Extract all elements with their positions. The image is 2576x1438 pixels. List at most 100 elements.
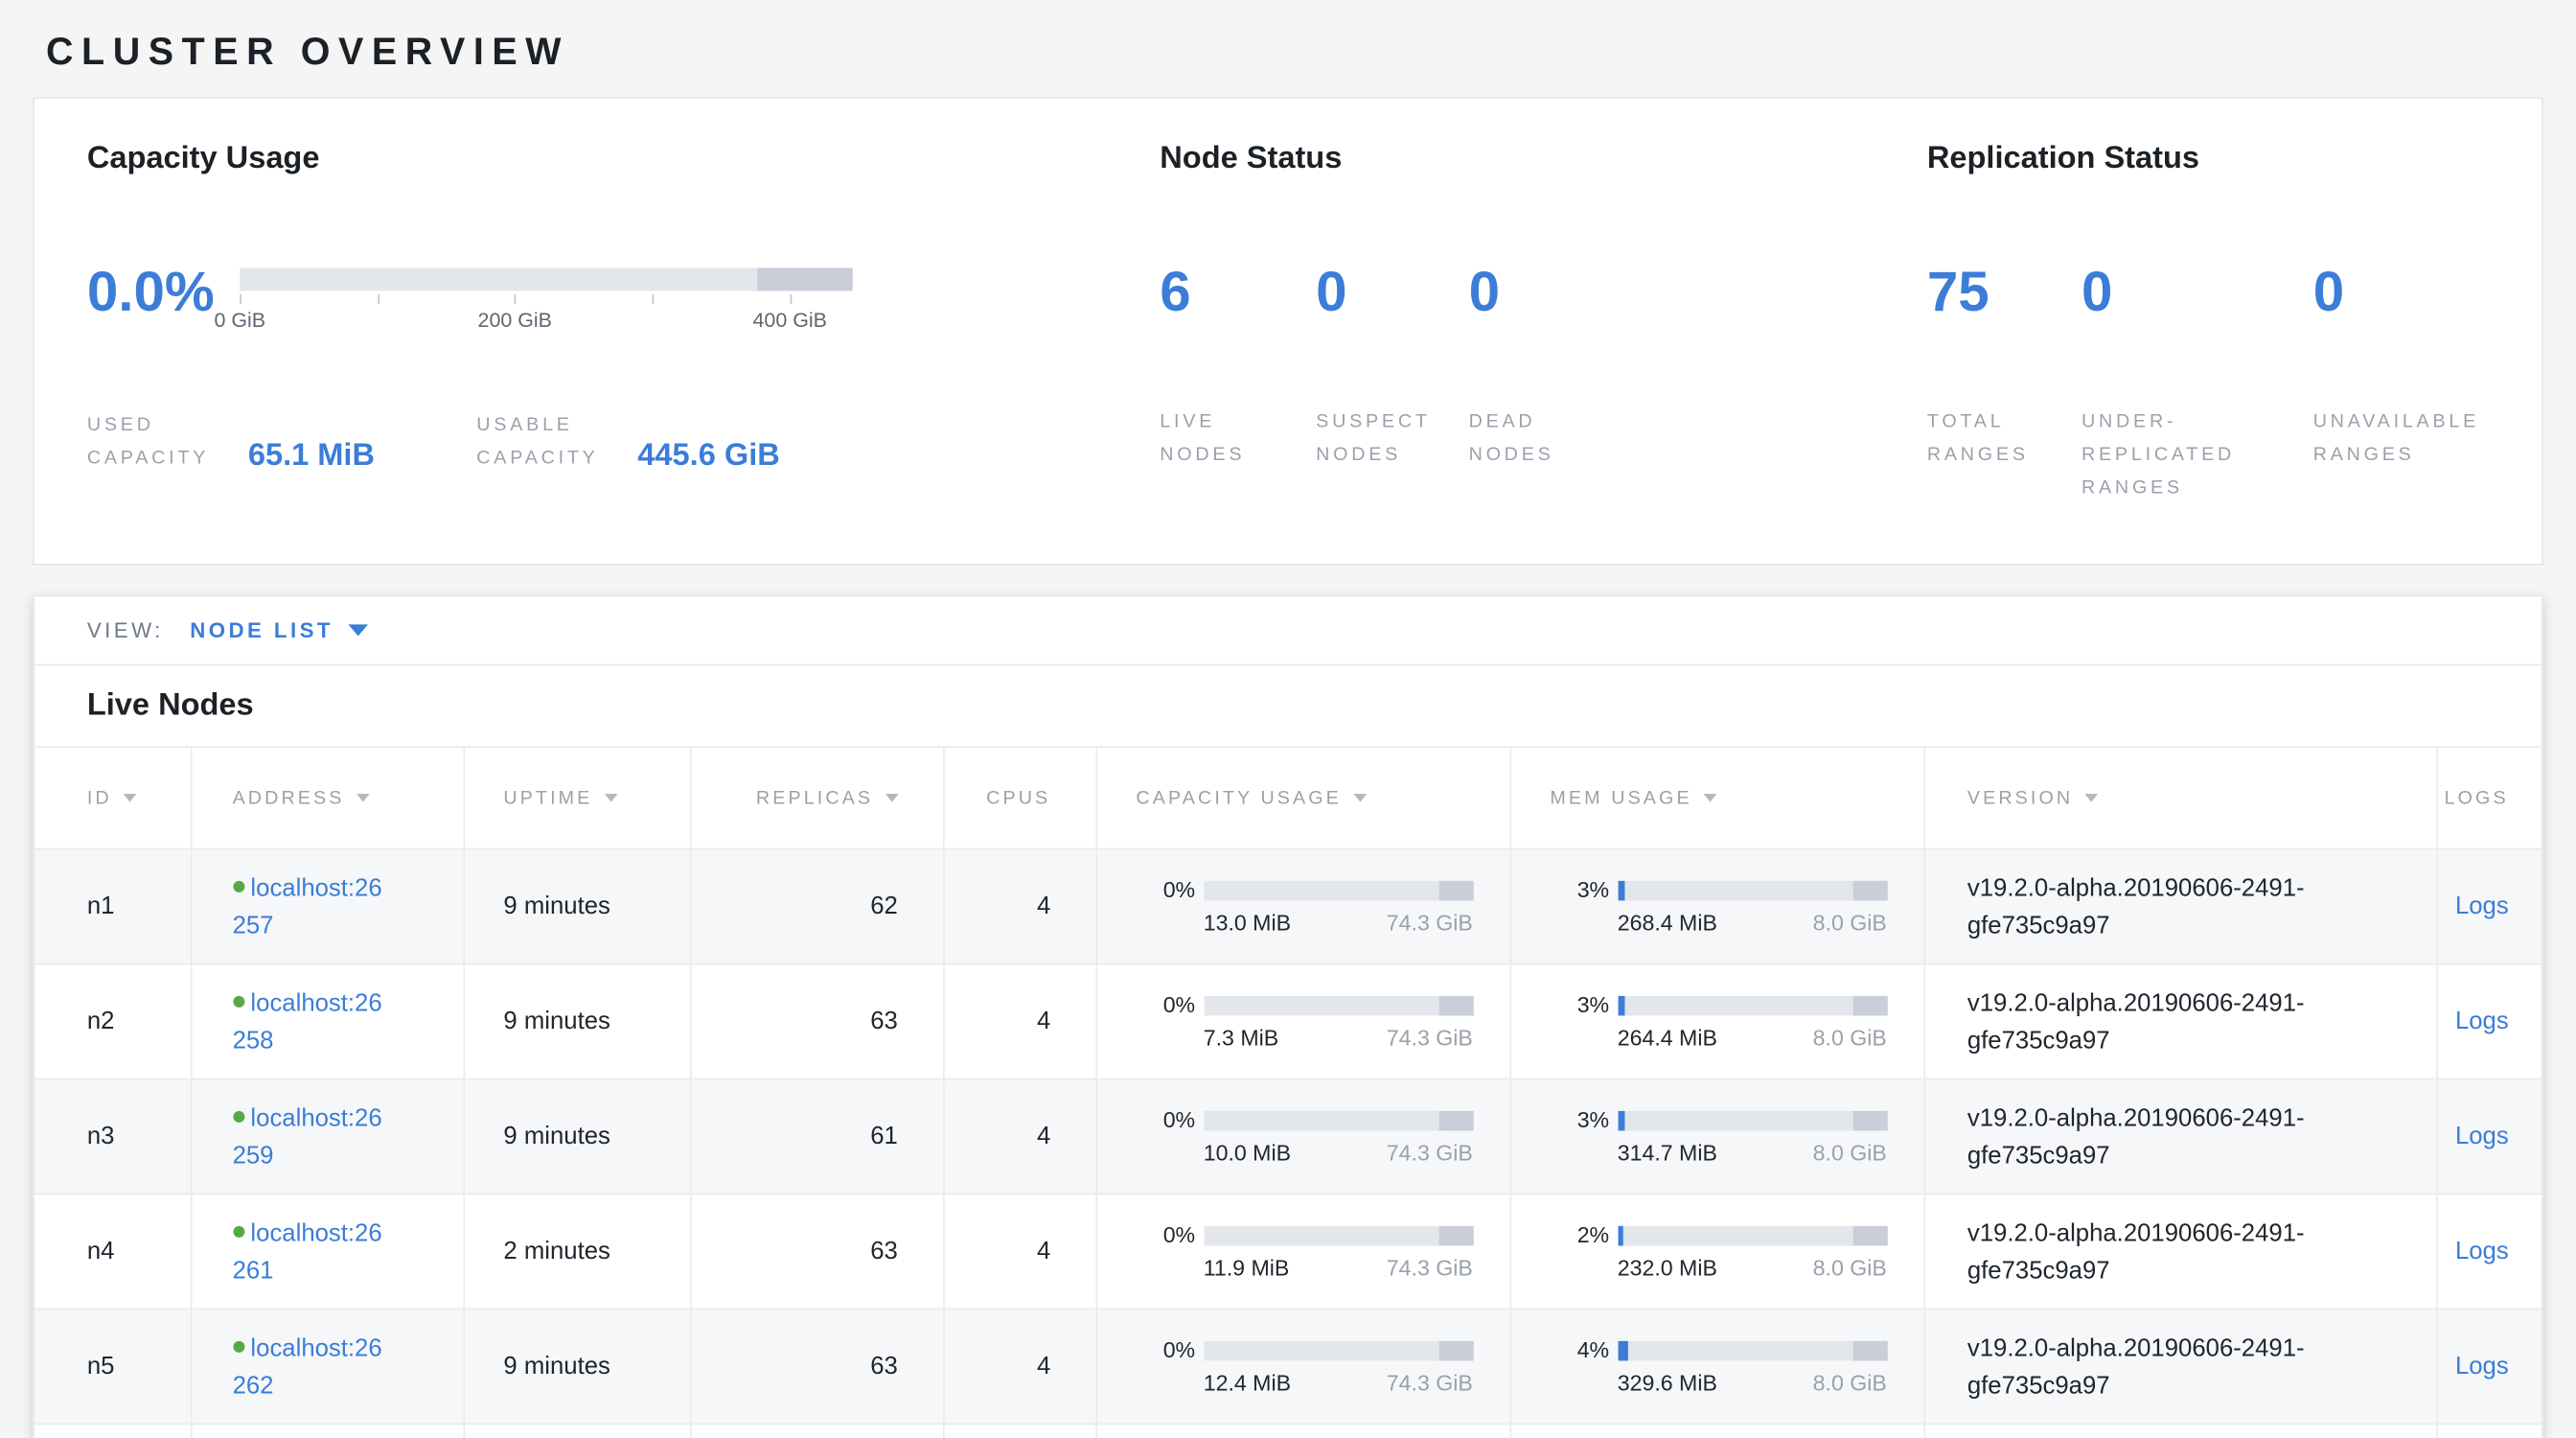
column-header-replicas[interactable]: REPLICAS: [690, 748, 943, 849]
dead-nodes-value: 0: [1469, 260, 1667, 326]
unavailable-ranges-value: 0: [2313, 260, 2527, 326]
live-nodes-label: LIVE NODES: [1160, 406, 1281, 472]
node-memory-cell: 3% 314.7 MiB8.0 GiB: [1509, 1079, 1923, 1194]
node-logs-cell: Logs: [2436, 1310, 2542, 1425]
unavailable-ranges-label: UNAVAILABLE RANGES: [2313, 406, 2500, 472]
memory-percent-label: 3%: [1550, 1108, 1609, 1133]
axis-tick: [653, 294, 655, 304]
memory-used-value: 232.0 MiB: [1618, 1256, 1717, 1281]
live-nodes-stat: 6 LIVE NODES: [1160, 260, 1316, 473]
memory-total-value: 8.0 GiB: [1813, 911, 1887, 936]
node-cpus-cell: 4: [943, 1079, 1095, 1194]
view-label: VIEW:: [87, 618, 164, 643]
memory-percent-label: 3%: [1550, 993, 1609, 1018]
node-row: n5 localhost:26262 9 minutes 63 4 0% 12.…: [34, 1310, 2543, 1425]
node-logs-cell: Logs: [2436, 1194, 2542, 1310]
capacity-usage-bar: [1204, 1341, 1473, 1361]
live-nodes-heading: Live Nodes: [34, 666, 2542, 747]
dead-nodes-stat: 0 DEAD NODES: [1469, 260, 1667, 473]
column-header-id[interactable]: ID: [34, 748, 191, 849]
dead-nodes-label: DEAD NODES: [1469, 406, 1591, 472]
column-header-mem-usage[interactable]: MEM USAGE: [1509, 748, 1923, 849]
column-header-cpus[interactable]: CPUS: [943, 748, 1095, 849]
node-live-dot-icon: [233, 1341, 244, 1353]
memory-percent-label: 4%: [1550, 1338, 1609, 1363]
view-selector-dropdown[interactable]: NODE LIST: [190, 618, 368, 643]
column-header-uptime[interactable]: UPTIME: [463, 748, 690, 849]
logs-link[interactable]: Logs: [2455, 1239, 2509, 1266]
under-replicated-ranges-value: 0: [2082, 260, 2313, 326]
suspect-nodes-label: SUSPECT NODES: [1316, 406, 1438, 472]
usable-capacity-value: 445.6 GiB: [637, 439, 779, 475]
logs-link[interactable]: Logs: [2455, 893, 2509, 921]
capacity-usage-bar: [1204, 1226, 1473, 1246]
logs-link[interactable]: Logs: [2455, 1009, 2509, 1036]
node-logs-cell: Logs: [2436, 964, 2542, 1079]
node-live-dot-icon: [233, 1111, 244, 1123]
node-logs-cell: Logs: [2436, 849, 2542, 964]
under-replicated-ranges-label: UNDER-REPLICATED RANGES: [2082, 406, 2256, 505]
node-replicas-cell: 61: [690, 1079, 943, 1194]
node-capacity-cell: 0% 10.0 MiB74.3 GiB: [1095, 1079, 1509, 1194]
node-live-dot-icon: [233, 996, 244, 1008]
memory-total-value: 8.0 GiB: [1813, 1256, 1887, 1281]
capacity-percent-label: 0%: [1136, 1338, 1195, 1363]
live-nodes-panel: VIEW: NODE LIST Live Nodes ID ADDRESS UP…: [33, 595, 2542, 1438]
sort-caret-icon: [1704, 795, 1717, 803]
mem-usage-bar: [1618, 996, 1887, 1016]
node-row: n3 localhost:26259 9 minutes 61 4 0% 10.…: [34, 1079, 2543, 1194]
node-version-cell: v19.2.0-alpha.20190606-2491-gfe735c9a97: [1923, 1194, 2436, 1310]
node-row: n1 localhost:26257 9 minutes 62 4 0% 13.…: [34, 849, 2543, 964]
node-row-partial: [34, 1425, 2543, 1438]
total-ranges-value: 75: [1927, 260, 2082, 326]
capacity-total-value: 74.3 GiB: [1387, 1371, 1473, 1396]
node-cpus-cell: 4: [943, 964, 1095, 1079]
logs-link[interactable]: Logs: [2455, 1124, 2509, 1151]
node-address-cell: localhost:26262: [191, 1310, 464, 1425]
node-address-link[interactable]: localhost:26259: [233, 1103, 382, 1170]
logs-link[interactable]: Logs: [2455, 1354, 2509, 1381]
suspect-nodes-stat: 0 SUSPECT NODES: [1316, 260, 1468, 473]
live-nodes-table: ID ADDRESS UPTIME REPLICAS CPUS CAPACITY…: [34, 747, 2543, 1438]
axis-tick: [378, 294, 380, 304]
sort-caret-icon: [356, 795, 369, 803]
replication-status-heading: Replication Status: [1927, 141, 2542, 177]
node-address-link[interactable]: localhost:26262: [233, 1334, 382, 1400]
capacity-used-value: 13.0 MiB: [1204, 911, 1291, 936]
axis-tick: [515, 294, 517, 304]
node-address-link[interactable]: localhost:26257: [233, 873, 382, 939]
sort-caret-icon: [2084, 795, 2098, 803]
node-status-section: Node Status 6 LIVE NODES 0 SUSPECT NODES…: [1160, 141, 1927, 505]
node-address-link[interactable]: localhost:26258: [233, 988, 382, 1055]
capacity-usage-bar: [1204, 1111, 1473, 1131]
memory-used-value: 314.7 MiB: [1618, 1141, 1717, 1166]
node-address-cell: localhost:26259: [191, 1079, 464, 1194]
node-memory-cell: 3% 264.4 MiB8.0 GiB: [1509, 964, 1923, 1079]
memory-percent-label: 2%: [1550, 1223, 1609, 1248]
node-memory-cell: 2% 232.0 MiB 8.0 GiB: [1509, 1194, 1923, 1310]
node-cpus-cell: 4: [943, 849, 1095, 964]
mem-usage-bar: [1618, 1111, 1887, 1131]
unavailable-ranges-stat: 0 UNAVAILABLE RANGES: [2313, 260, 2527, 505]
sort-caret-icon: [1353, 795, 1367, 803]
capacity-total-value: 74.3 GiB: [1387, 1256, 1473, 1281]
capacity-total-value: 74.3 GiB: [1387, 1026, 1473, 1051]
node-capacity-cell: 0% 7.3 MiB74.3 GiB: [1095, 964, 1509, 1079]
capacity-used-value: 10.0 MiB: [1204, 1141, 1291, 1166]
node-uptime-cell: 2 minutes: [463, 1194, 690, 1310]
node-replicas-cell: 62: [690, 849, 943, 964]
node-address-link[interactable]: localhost:26261: [233, 1218, 382, 1285]
node-row: n4 localhost:26261 2 minutes 63 4 0% 11.…: [34, 1194, 2543, 1310]
node-capacity-cell: 0% 12.4 MiB74.3 GiB: [1095, 1310, 1509, 1425]
memory-total-value: 8.0 GiB: [1813, 1371, 1887, 1396]
capacity-percent-label: 0%: [1136, 1108, 1195, 1133]
column-header-address[interactable]: ADDRESS: [191, 748, 464, 849]
node-id-cell: n4: [34, 1194, 191, 1310]
mem-bar-fill: [1618, 881, 1625, 901]
column-header-version[interactable]: VERSION: [1923, 748, 2436, 849]
mem-usage-bar: [1618, 1341, 1887, 1361]
node-id-cell: n5: [34, 1310, 191, 1425]
axis-tick-label: 200 GiB: [478, 309, 552, 332]
column-header-capacity-usage[interactable]: CAPACITY USAGE: [1095, 748, 1509, 849]
capacity-usage-heading: Capacity Usage: [87, 141, 1160, 177]
